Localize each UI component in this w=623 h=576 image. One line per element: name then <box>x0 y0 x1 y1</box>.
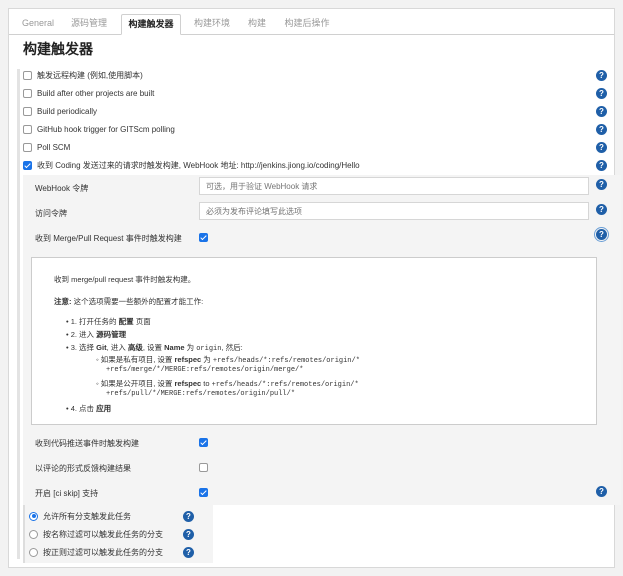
access-token-input[interactable] <box>199 202 589 220</box>
tab-source-management[interactable]: 源码管理 <box>67 14 111 35</box>
webhook-token-label: WebHook 令牌 <box>35 184 89 193</box>
help-icon[interactable]: ? <box>596 124 607 135</box>
help-icon[interactable]: ? <box>596 486 607 497</box>
tab-general[interactable]: General <box>19 14 57 35</box>
push-trigger-label: 收到代码推送事件时触发构建 <box>35 439 139 448</box>
comment-feedback-label: 以评论的形式反馈构建结果 <box>35 464 131 473</box>
branch-option-by-regex-radio[interactable] <box>29 547 38 557</box>
tab-post-build[interactable]: 构建后操作 <box>279 14 335 35</box>
help-icon[interactable]: ? <box>596 160 607 171</box>
branch-option-all-radio[interactable] <box>29 511 38 521</box>
branch-option-all-label: 允许所有分支触发此任务 <box>43 511 131 521</box>
help-icon[interactable]: ? <box>596 204 607 215</box>
push-trigger-checkbox[interactable] <box>199 438 208 447</box>
tab-build[interactable]: 构建 <box>243 14 271 35</box>
trigger-after-other-projects-checkbox[interactable] <box>23 88 32 98</box>
trigger-after-other-projects-label: Build after other projects are built <box>37 88 155 98</box>
branch-option-by-name-label: 按名称过滤可以触发此任务的分支 <box>43 529 163 539</box>
trigger-periodically-checkbox[interactable] <box>23 106 32 116</box>
trigger-poll-scm-label: Poll SCM <box>37 142 71 152</box>
trigger-poll-scm[interactable]: Poll SCM <box>23 138 70 156</box>
branch-option-all[interactable]: 允许所有分支触发此任务 <box>29 507 131 525</box>
trigger-coding-webhook[interactable]: 收到 Coding 发送过来的请求时触发构建, WebHook 地址: http… <box>23 156 360 174</box>
help-icon[interactable]: ? <box>596 179 607 190</box>
webhook-token-input[interactable] <box>199 177 589 195</box>
help-public-line-1: ◦ 如果是公开项目, 设置 refspec to +refs/heads/*:r… <box>96 379 359 389</box>
ci-skip-checkbox[interactable] <box>199 488 208 497</box>
merge-request-checkbox[interactable] <box>199 233 208 242</box>
help-intro: 收到 merge/pull request 事件时触发构建。 <box>54 275 196 284</box>
help-icon[interactable]: ? <box>596 142 607 153</box>
help-public-line-2: +refs/pull/*/MERGE:refs/remotes/origin/p… <box>106 390 296 398</box>
help-icon[interactable]: ? <box>183 547 194 558</box>
trigger-periodically[interactable]: Build periodically <box>23 102 97 120</box>
job-config-page: General 源码管理 构建触发器 构建环境 构建 构建后操作 构建触发器 触… <box>8 8 621 568</box>
help-private-line-1: ◦ 如果是私有项目, 设置 refspec 为 +refs/heads/*:re… <box>96 355 360 365</box>
help-private-line-2: +refs/merge/*/MERGE:refs/remotes/origin/… <box>106 366 304 374</box>
help-step-4: • 4. 点击 应用 <box>66 404 112 413</box>
trigger-github-hook-label: GitHub hook trigger for GITScm polling <box>37 124 175 134</box>
merge-request-help-box: 收到 merge/pull request 事件时触发构建。 注意: 这个选项需… <box>31 257 597 425</box>
access-token-label: 访问令牌 <box>35 209 67 218</box>
help-step-3: • 3. 选择 Git, 进入 高级, 设置 Name 为 origin, 然后… <box>66 343 243 353</box>
help-icon[interactable]: ? <box>183 511 194 522</box>
trigger-remote-checkbox[interactable] <box>23 70 32 80</box>
merge-request-label: 收到 Merge/Pull Request 事件时触发构建 <box>35 234 182 243</box>
branch-option-by-regex[interactable]: 按正则过滤可以触发此任务的分支 <box>29 543 163 561</box>
section-indent-bar <box>17 69 20 559</box>
trigger-github-hook-checkbox[interactable] <box>23 124 32 134</box>
help-icon[interactable]: ? <box>183 529 194 540</box>
help-step-1: • 1. 打开任务的 配置 页面 <box>66 317 151 326</box>
trigger-coding-webhook-checkbox[interactable] <box>23 160 32 170</box>
trigger-remote-label: 触发远程构建 (例如,使用脚本) <box>37 70 143 80</box>
trigger-github-hook[interactable]: GitHub hook trigger for GITScm polling <box>23 120 175 138</box>
help-icon[interactable]: ? <box>596 88 607 99</box>
trigger-coding-webhook-label: 收到 Coding 发送过来的请求时触发构建, WebHook 地址: http… <box>37 160 360 170</box>
help-note: 注意: 这个选项需要一些额外的配置才能工作: <box>54 297 204 306</box>
branch-option-by-regex-label: 按正则过滤可以触发此任务的分支 <box>43 547 163 557</box>
comment-feedback-checkbox[interactable] <box>199 463 208 472</box>
help-icon[interactable]: ? <box>596 70 607 81</box>
trigger-after-other-projects[interactable]: Build after other projects are built <box>23 84 154 102</box>
help-icon[interactable]: ? <box>594 227 609 242</box>
trigger-remote[interactable]: 触发远程构建 (例如,使用脚本) <box>23 66 143 84</box>
branch-option-by-name-radio[interactable] <box>29 529 38 539</box>
help-step-2: • 2. 进入 源码管理 <box>66 330 127 339</box>
tab-build-environment[interactable]: 构建环境 <box>189 14 235 35</box>
trigger-periodically-label: Build periodically <box>37 106 98 116</box>
trigger-poll-scm-checkbox[interactable] <box>23 142 32 152</box>
ci-skip-label: 开启 [ci skip] 支持 <box>35 489 99 498</box>
branch-option-by-name[interactable]: 按名称过滤可以触发此任务的分支 <box>29 525 163 543</box>
tab-build-triggers[interactable]: 构建触发器 <box>121 14 181 35</box>
help-icon[interactable]: ? <box>596 106 607 117</box>
section-title: 构建触发器 <box>23 41 93 57</box>
config-tabs: General 源码管理 构建触发器 构建环境 构建 构建后操作 <box>9 9 614 35</box>
